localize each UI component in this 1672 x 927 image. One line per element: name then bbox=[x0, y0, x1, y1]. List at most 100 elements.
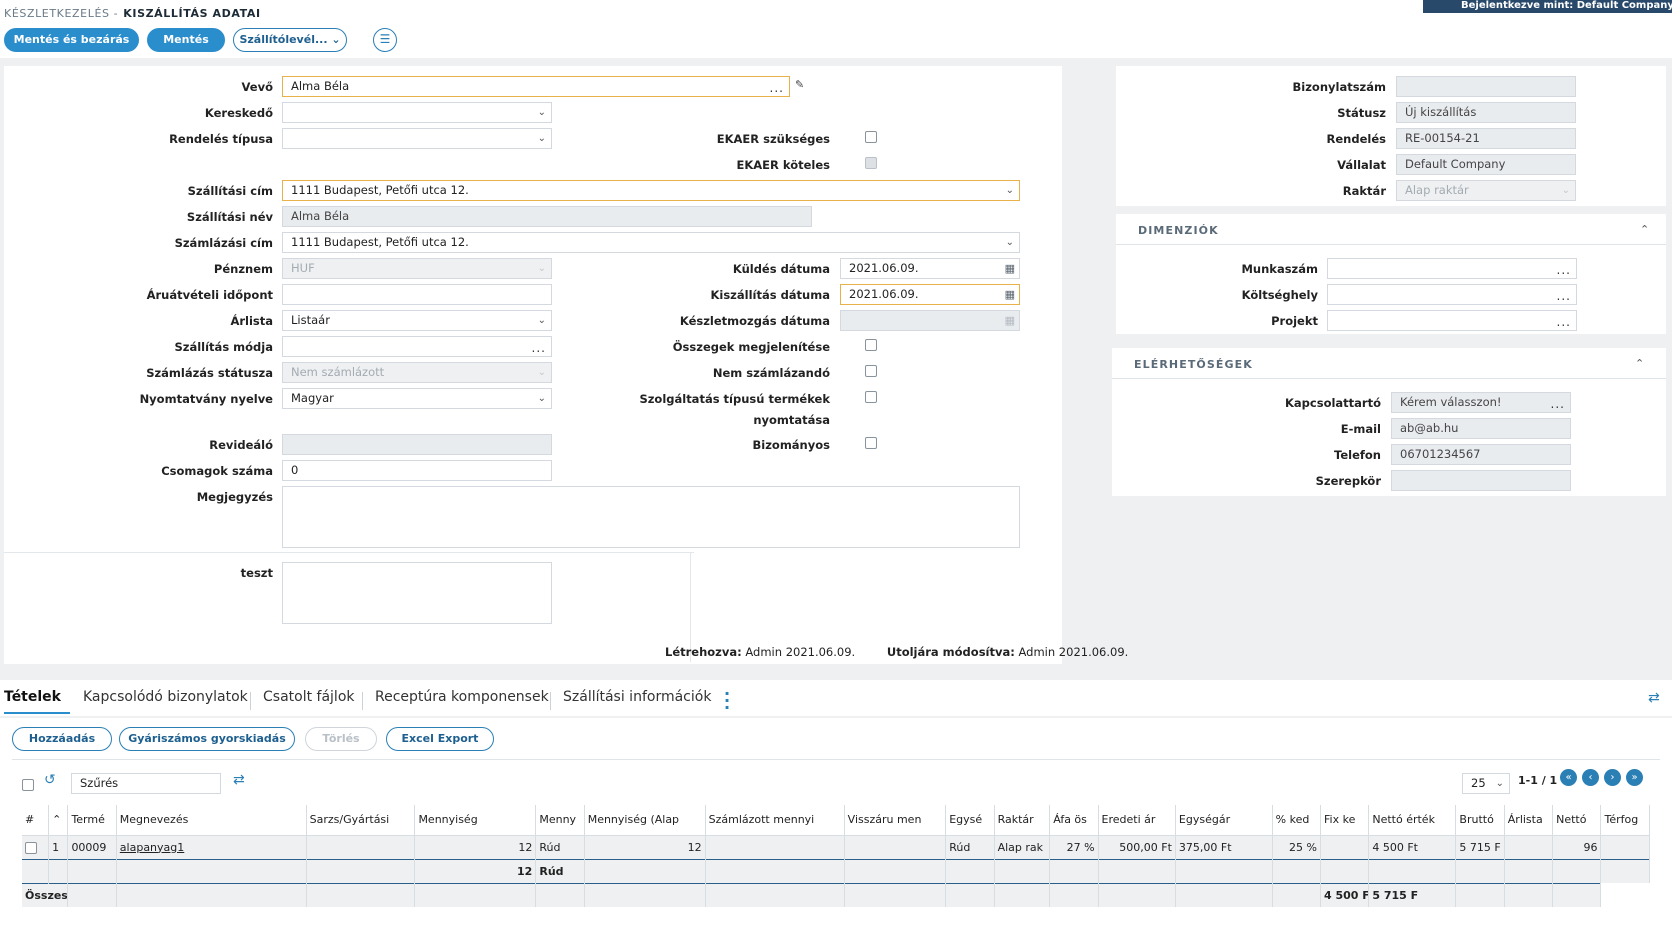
not-billable-checkbox[interactable] bbox=[865, 365, 877, 377]
work-number-label: Munkaszám bbox=[1241, 262, 1318, 276]
edit-icon[interactable]: ✎ bbox=[795, 78, 804, 91]
show-sums-checkbox[interactable] bbox=[865, 339, 877, 351]
work-number-input[interactable]: ... bbox=[1327, 258, 1577, 279]
currency-select: HUF ⌄ bbox=[282, 258, 552, 279]
packages-label: Csomagok száma bbox=[161, 464, 273, 478]
packages-input[interactable]: 0 bbox=[282, 460, 552, 481]
swap-icon[interactable]: ⇄ bbox=[1648, 690, 1660, 706]
project-input[interactable]: ... bbox=[1327, 310, 1577, 331]
lookup-dots-icon[interactable]: ... bbox=[1557, 259, 1571, 278]
ekaer-required-checkbox[interactable] bbox=[865, 131, 877, 143]
add-button[interactable]: Hozzáadás bbox=[12, 727, 112, 751]
calendar-icon[interactable]: ▦ bbox=[1005, 259, 1015, 278]
note-textarea[interactable] bbox=[282, 486, 1020, 548]
col-header[interactable]: Eredeti ár bbox=[1098, 805, 1176, 836]
col-header[interactable]: Számlázott mennyi bbox=[705, 805, 845, 836]
delivery-date-input[interactable]: 2021.06.09. ▦ bbox=[840, 284, 1020, 305]
lookup-dots-icon[interactable]: ... bbox=[1557, 285, 1571, 304]
email-label: E-mail bbox=[1340, 422, 1381, 436]
refresh-icon[interactable]: ↺ bbox=[44, 772, 56, 788]
filter-input[interactable]: Szűrés bbox=[71, 773, 221, 794]
col-header[interactable]: Áfa ös bbox=[1049, 805, 1099, 836]
send-date-input[interactable]: 2021.06.09. ▦ bbox=[840, 258, 1020, 279]
lookup-dots-icon[interactable]: ... bbox=[1551, 393, 1565, 412]
base-qty-cell: 12 bbox=[584, 835, 706, 859]
subtotal-row: 12 Rúd bbox=[22, 858, 1650, 883]
prev-page-icon[interactable]: ‹ bbox=[1582, 769, 1599, 786]
delivery-note-button[interactable]: Szállítólevél... ⌄ bbox=[233, 28, 347, 52]
tab-attached-files[interactable]: Csatolt fájlok bbox=[263, 689, 355, 705]
col-header[interactable]: Megnevezés bbox=[116, 805, 307, 836]
order-type-select[interactable]: ⌄ bbox=[282, 128, 552, 149]
module-name[interactable]: KÉSZLETKEZELÉS - bbox=[4, 7, 118, 20]
tab-shipping-info[interactable]: Szállítási információk bbox=[563, 689, 711, 705]
delete-button[interactable]: Törlés bbox=[305, 727, 377, 751]
calendar-icon[interactable]: ▦ bbox=[1005, 285, 1015, 304]
select-all-checkbox[interactable] bbox=[22, 779, 34, 791]
col-header[interactable]: # bbox=[22, 805, 50, 836]
billing-address-select[interactable]: 1111 Budapest, Petőfi utca 12. ⌄ bbox=[282, 232, 1020, 253]
table-row[interactable]: 1 00009 alapanyag1 12 Rúd 12 Rúd Alap ra… bbox=[22, 835, 1650, 859]
row-checkbox-cell[interactable] bbox=[22, 835, 50, 859]
row-checkbox[interactable] bbox=[25, 841, 37, 854]
login-badge: Bejelentkezve mint: Default Company bbox=[1423, 0, 1672, 13]
tab-related-docs[interactable]: Kapcsolódó bizonylatok bbox=[83, 689, 248, 705]
first-page-icon[interactable]: « bbox=[1560, 769, 1577, 786]
serial-quick-issue-button[interactable]: Gyáriszámos gyorskiadás bbox=[119, 727, 295, 751]
col-header[interactable]: Fix ke bbox=[1320, 805, 1370, 836]
more-vertical-icon[interactable]: ... bbox=[724, 682, 730, 712]
save-button[interactable]: Mentés bbox=[147, 28, 225, 52]
col-header[interactable]: Árlista bbox=[1504, 805, 1554, 836]
buyer-input[interactable]: Alma Béla... bbox=[282, 76, 790, 97]
collapse-icon[interactable]: ⌃ bbox=[1635, 357, 1644, 370]
col-header[interactable]: Bruttó bbox=[1455, 805, 1505, 836]
next-page-icon[interactable]: › bbox=[1604, 769, 1621, 786]
pricelist-select[interactable]: Listaár ⌄ bbox=[282, 310, 552, 331]
col-header[interactable]: % ked bbox=[1272, 805, 1322, 836]
col-header[interactable]: Termé bbox=[67, 805, 117, 836]
col-header[interactable]: Menny bbox=[535, 805, 585, 836]
stock-move-date-input: ▦ bbox=[840, 310, 1020, 331]
col-header[interactable]: Nettó bbox=[1552, 805, 1602, 836]
sort-icon[interactable]: ⌃ bbox=[48, 805, 69, 836]
col-header[interactable]: Egységár bbox=[1175, 805, 1273, 836]
print-language-select[interactable]: Magyar ⌄ bbox=[282, 388, 552, 409]
excel-export-button[interactable]: Excel Export bbox=[386, 727, 494, 751]
col-header[interactable]: Raktár bbox=[994, 805, 1051, 836]
product-link[interactable]: alapanyag1 bbox=[120, 841, 184, 854]
tab-recipe-components[interactable]: Receptúra komponensek bbox=[375, 689, 549, 705]
tab-items[interactable]: Tételek bbox=[4, 689, 61, 705]
divider bbox=[1116, 244, 1666, 245]
chevron-down-icon: ⌄ bbox=[537, 315, 546, 326]
clipboard-icon[interactable]: ☰ bbox=[373, 28, 397, 52]
col-header[interactable]: Egysé bbox=[945, 805, 995, 836]
last-page-icon[interactable]: » bbox=[1626, 769, 1643, 786]
save-close-button[interactable]: Mentés és bezárás bbox=[4, 28, 139, 52]
lookup-dots-icon[interactable]: ... bbox=[532, 337, 546, 356]
lookup-dots-icon[interactable]: ... bbox=[770, 77, 784, 96]
shipping-mode-input[interactable]: ... bbox=[282, 336, 552, 357]
calendar-icon: ▦ bbox=[1004, 314, 1015, 327]
consignment-checkbox[interactable] bbox=[865, 437, 877, 449]
dealer-select[interactable]: ⌄ bbox=[282, 102, 552, 123]
col-header[interactable]: Mennyiség (Alap bbox=[584, 805, 706, 836]
col-header[interactable]: Visszáru men bbox=[844, 805, 947, 836]
document-info-panel bbox=[1116, 66, 1666, 206]
shipping-name-input[interactable]: Alma Béla bbox=[282, 206, 812, 227]
collapse-icon[interactable]: ⌃ bbox=[1640, 223, 1649, 236]
page-size-select[interactable]: 25 ⌄ bbox=[1462, 773, 1510, 794]
col-header[interactable]: Nettó érték bbox=[1368, 805, 1457, 836]
lookup-dots-icon[interactable]: ... bbox=[1557, 311, 1571, 330]
subtotal-qty: 12 bbox=[414, 858, 537, 883]
contact-person-input[interactable]: Kérem válasszon!... bbox=[1391, 392, 1571, 413]
service-print-checkbox[interactable] bbox=[865, 391, 877, 403]
col-header[interactable]: Sarzs/Gyártási bbox=[306, 805, 416, 836]
col-header[interactable]: Térfog bbox=[1600, 805, 1650, 836]
test-textarea[interactable] bbox=[282, 562, 552, 624]
pickup-time-input[interactable] bbox=[282, 284, 552, 305]
cost-center-input[interactable]: ... bbox=[1327, 284, 1577, 305]
shipping-address-select[interactable]: 1111 Budapest, Petőfi utca 12. ⌄ bbox=[282, 180, 1020, 201]
swap-icon[interactable]: ⇄ bbox=[233, 772, 245, 788]
col-header[interactable]: Mennyiség bbox=[414, 805, 537, 836]
unit-cell: Rúd bbox=[535, 835, 585, 859]
